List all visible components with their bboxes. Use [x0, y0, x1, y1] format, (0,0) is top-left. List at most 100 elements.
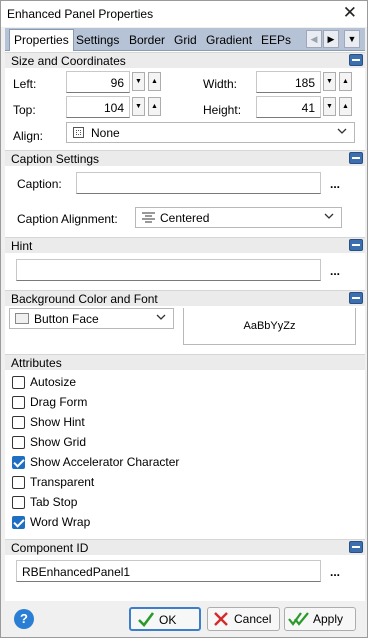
show-hint-label: Show Hint: [30, 415, 85, 429]
chevron-down-icon: [337, 128, 347, 134]
tab-eeps[interactable]: EEPs: [261, 33, 291, 47]
hint-ellipsis-button[interactable]: ...: [330, 264, 340, 278]
height-spin-up-icon[interactable]: ▲: [339, 97, 352, 116]
caption-alignment-value: Centered: [160, 211, 210, 225]
top-spin-down-icon[interactable]: ▼: [132, 97, 145, 116]
height-label: Height:: [203, 103, 242, 117]
ok-button[interactable]: OK: [129, 607, 201, 631]
autosize-label: Autosize: [30, 375, 77, 389]
drag-form-label: Drag Form: [30, 395, 88, 409]
align-none-icon: [73, 127, 84, 138]
width-label: Width:: [203, 77, 238, 91]
caption-field[interactable]: [76, 172, 321, 194]
align-center-icon: [142, 212, 155, 223]
tab-stop-checkbox[interactable]: [12, 496, 25, 509]
section-hint-header: Hint: [5, 237, 365, 253]
apply-button[interactable]: Apply: [284, 607, 356, 631]
left-spin-down-icon[interactable]: ▼: [132, 72, 145, 91]
caption-alignment-label: Caption Alignment:: [17, 212, 118, 226]
top-value: 104: [103, 101, 124, 115]
transparent-checkbox[interactable]: [12, 476, 25, 489]
align-select[interactable]: None: [66, 122, 355, 143]
cancel-button[interactable]: Cancel: [207, 607, 280, 631]
cancel-label: Cancel: [234, 612, 272, 626]
collapse-hint-icon[interactable]: [349, 239, 363, 251]
word-wrap-label: Word Wrap: [30, 515, 91, 529]
double-checkmark-icon: [288, 612, 309, 626]
component-id-field[interactable]: RBEnhancedPanel1: [16, 560, 321, 582]
color-swatch-icon: [15, 313, 29, 324]
cross-icon: [214, 612, 228, 626]
tab-border[interactable]: Border: [129, 33, 165, 47]
tab-gradient[interactable]: Gradient: [206, 33, 252, 47]
show-accelerator-checkbox[interactable]: [12, 456, 25, 469]
show-hint-checkbox[interactable]: [12, 416, 25, 429]
section-attributes-header: Attributes: [5, 354, 365, 370]
tab-list-dropdown-icon[interactable]: ▼: [344, 30, 360, 48]
word-wrap-checkbox[interactable]: [12, 516, 25, 529]
title-bar: Enhanced Panel Properties ✕: [1, 1, 367, 27]
close-icon[interactable]: ✕: [343, 4, 357, 22]
top-label: Top:: [13, 103, 36, 117]
tab-grid[interactable]: Grid: [174, 33, 197, 47]
section-background-title: Background Color and Font: [11, 292, 158, 306]
font-sample-button[interactable]: AaBbYyZz: [183, 308, 356, 345]
collapse-background-icon[interactable]: [349, 292, 363, 304]
top-spin-up-icon[interactable]: ▲: [148, 97, 161, 116]
collapse-size-icon[interactable]: [349, 54, 363, 66]
height-spin-down-icon[interactable]: ▼: [323, 97, 336, 116]
width-spin-down-icon[interactable]: ▼: [323, 72, 336, 91]
help-icon[interactable]: ?: [14, 609, 34, 629]
show-grid-checkbox[interactable]: [12, 436, 25, 449]
component-id-value: RBEnhancedPanel1: [22, 565, 131, 579]
align-value: None: [91, 126, 120, 140]
properties-panel: Size and Coordinates Left: 96 ▼ ▲ Width:…: [5, 51, 365, 601]
apply-label: Apply: [313, 612, 344, 626]
chevron-down-icon: [324, 213, 334, 219]
section-size-header: Size and Coordinates: [5, 52, 365, 68]
left-label: Left:: [13, 77, 37, 91]
top-field[interactable]: 104: [66, 96, 130, 118]
font-sample-text: AaBbYyZz: [243, 320, 296, 332]
section-size-title: Size and Coordinates: [11, 54, 126, 68]
collapse-caption-icon[interactable]: [349, 152, 363, 164]
left-spin-up-icon[interactable]: ▲: [148, 72, 161, 91]
show-accelerator-label: Show Accelerator Character: [30, 455, 180, 469]
autosize-checkbox[interactable]: [12, 376, 25, 389]
section-background-header: Background Color and Font: [5, 290, 365, 306]
window-title: Enhanced Panel Properties: [7, 7, 154, 21]
caption-alignment-select[interactable]: Centered: [135, 207, 342, 228]
section-caption-title: Caption Settings: [11, 152, 100, 166]
left-value: 96: [110, 76, 124, 90]
background-color-select[interactable]: Button Face: [9, 308, 174, 329]
collapse-component-icon[interactable]: [349, 541, 363, 553]
section-hint-title: Hint: [11, 239, 33, 253]
section-attributes-title: Attributes: [11, 356, 62, 370]
show-grid-label: Show Grid: [30, 435, 87, 449]
section-caption-header: Caption Settings: [5, 150, 365, 166]
width-field[interactable]: 185: [256, 71, 321, 93]
left-field[interactable]: 96: [66, 71, 130, 93]
chevron-down-icon: [156, 314, 166, 320]
tab-strip: Properties Settings Border Grid Gradient…: [5, 28, 365, 51]
caption-ellipsis-button[interactable]: ...: [330, 177, 340, 191]
transparent-label: Transparent: [30, 475, 95, 489]
tab-properties[interactable]: Properties: [9, 29, 74, 51]
tab-scroll-left-icon[interactable]: ◀: [306, 30, 322, 48]
section-component-title: Component ID: [11, 541, 89, 555]
height-field[interactable]: 41: [256, 96, 321, 118]
checkmark-icon: [138, 612, 155, 627]
background-color-value: Button Face: [34, 312, 99, 326]
hint-field[interactable]: [16, 259, 321, 281]
caption-label: Caption:: [17, 177, 62, 191]
width-spin-up-icon[interactable]: ▲: [339, 72, 352, 91]
align-label: Align:: [13, 129, 44, 143]
tab-scroll-right-icon[interactable]: ▶: [323, 30, 339, 48]
component-id-ellipsis-button[interactable]: ...: [330, 565, 340, 579]
section-component-header: Component ID: [5, 539, 365, 555]
tab-settings[interactable]: Settings: [76, 33, 119, 47]
drag-form-checkbox[interactable]: [12, 396, 25, 409]
ok-label: OK: [159, 613, 177, 627]
width-value: 185: [294, 76, 315, 90]
properties-dialog: Enhanced Panel Properties ✕ Properties S…: [0, 0, 368, 638]
